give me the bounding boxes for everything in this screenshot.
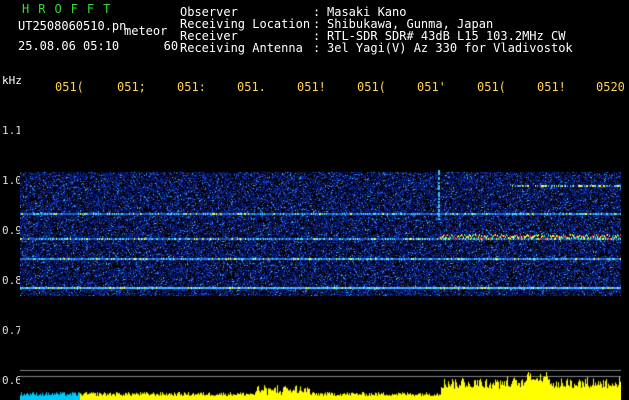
freq-unit-label: kHz	[2, 74, 22, 87]
datetime-value: 25.08.06 05:10	[18, 39, 120, 53]
time-label: 051:	[177, 80, 206, 94]
freq-tick: 0.9	[2, 224, 22, 237]
meta-value: 3el Yagi(V) Az 330 for Vladivostok	[327, 41, 573, 55]
time-label: 051!	[537, 80, 566, 94]
time-label: 051(	[477, 80, 506, 94]
time-label: 051.	[237, 80, 266, 94]
freq-tick: 0.8	[2, 274, 22, 287]
mode-label: meteor	[124, 24, 168, 38]
file-name: UT2508060510.pn	[18, 19, 127, 33]
spectrogram	[20, 100, 621, 372]
freq-tick: 1.1	[2, 124, 22, 137]
time-label: 051;	[117, 80, 146, 94]
time-label: 051'	[417, 80, 446, 94]
time-label: 051!	[297, 80, 326, 94]
freq-tick: 0.6	[2, 374, 22, 387]
datetime-label: 25.08.06 05:10 60.	[18, 40, 185, 53]
time-label: 051(	[55, 80, 84, 94]
freq-tick: 1.0	[2, 174, 22, 187]
meta-row-antenna: Receiving Antenna:3el Yagi(V) Az 330 for…	[180, 41, 573, 55]
meta-label: Receiving Antenna	[180, 41, 303, 55]
time-label: 051(	[357, 80, 386, 94]
time-label: 0520	[596, 80, 625, 94]
freq-tick: 0.7	[2, 324, 22, 337]
app-brand: HROFFT	[22, 2, 120, 16]
signal-level-meter	[20, 372, 621, 400]
